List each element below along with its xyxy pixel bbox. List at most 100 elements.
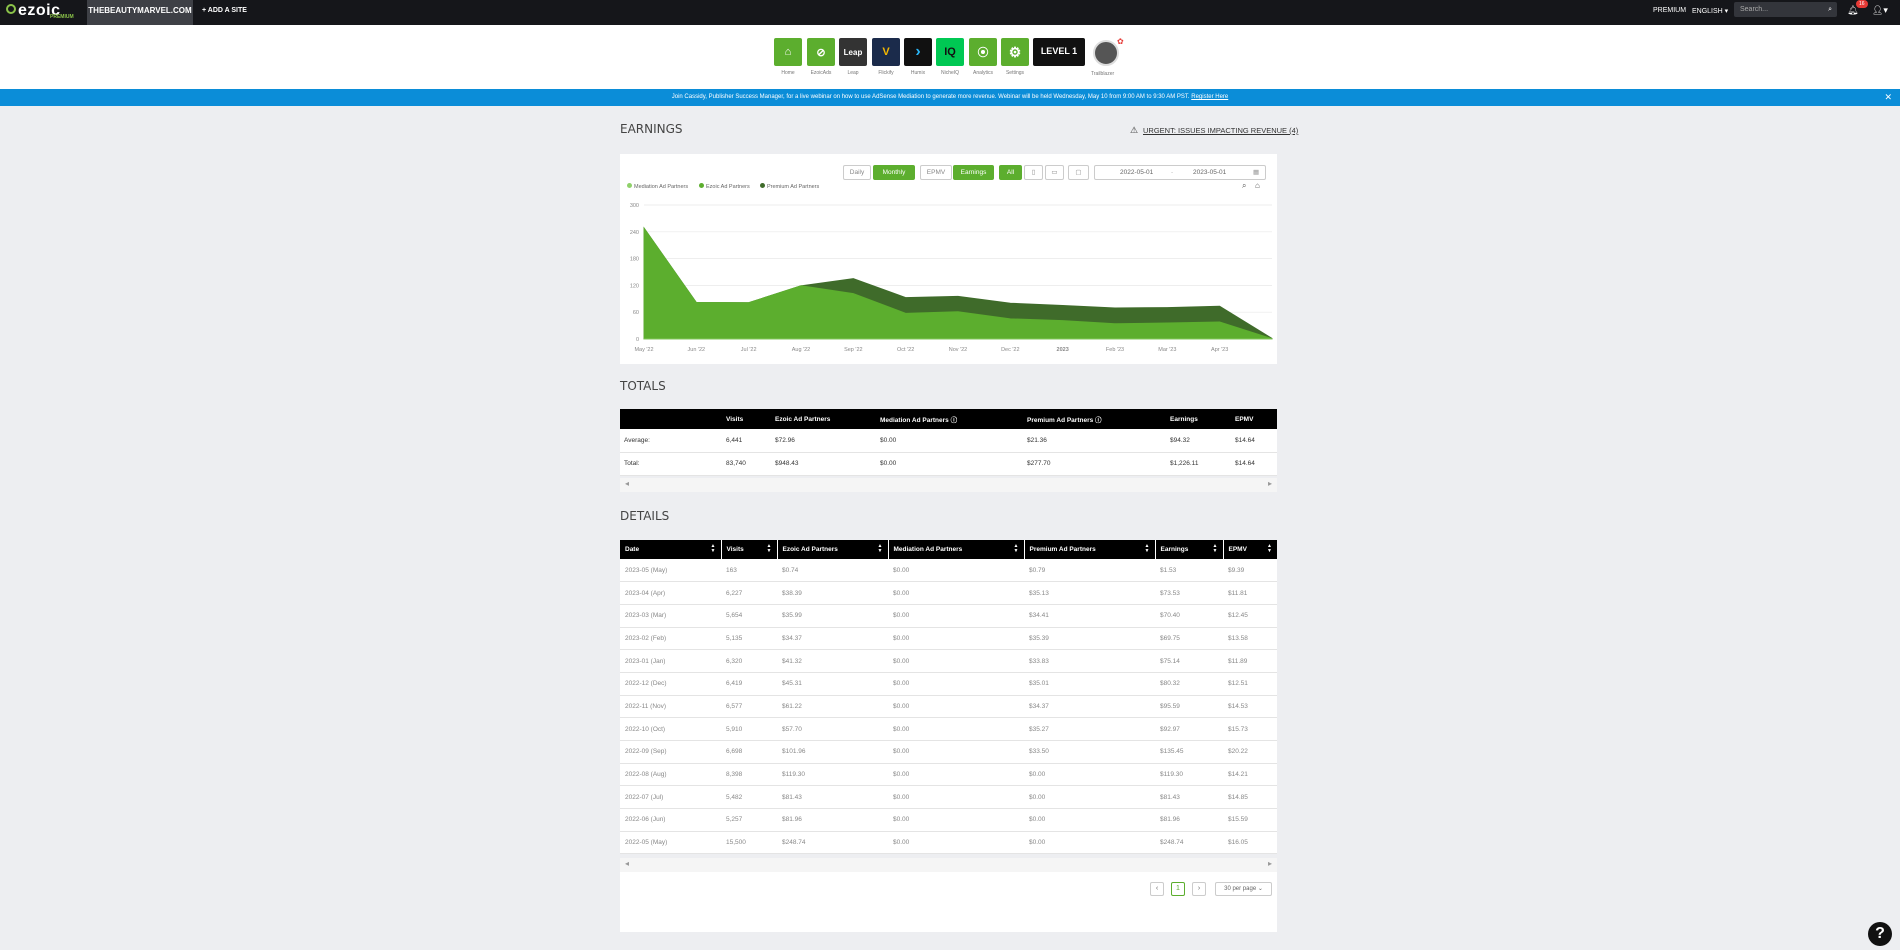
tablet-device-icon[interactable]: ▭: [1045, 165, 1064, 180]
table-cell: $0.00: [888, 672, 1024, 696]
table-cell: $0.00: [888, 785, 1024, 810]
table-cell: $15.59: [1223, 808, 1277, 832]
add-site-link[interactable]: + ADD A SITE: [202, 7, 247, 14]
page-1-button[interactable]: 1: [1171, 882, 1185, 896]
next-page-button[interactable]: ›: [1192, 882, 1206, 896]
sort-icon[interactable]: ▲ ▼: [767, 544, 772, 554]
earnings-button[interactable]: Earnings: [953, 165, 994, 180]
table-cell: $75.14: [1155, 649, 1223, 673]
epmv-button[interactable]: EPMV: [920, 165, 952, 180]
x-tick-label: Nov '22: [949, 347, 967, 353]
level-badge[interactable]: LEVEL 1: [1033, 38, 1085, 66]
table-cell: $61.22: [777, 695, 888, 719]
app-analytics[interactable]: ⦿ Analytics: [968, 38, 998, 76]
scroll-left-icon[interactable]: ◂: [625, 479, 629, 488]
register-link[interactable]: Register Here: [1191, 94, 1228, 100]
scroll-right-icon[interactable]: ▸: [1268, 859, 1272, 868]
table-cell: Total:: [620, 452, 722, 476]
table-cell: $81.43: [777, 785, 888, 810]
sortable-header[interactable]: EPMV ▲ ▼: [1222, 540, 1277, 559]
app-leap[interactable]: Leap Leap: [838, 38, 868, 76]
site-selector-tab[interactable]: THEBEAUTYMARVEL.COM: [87, 0, 193, 25]
header-label: Visits: [726, 546, 744, 553]
app-settings[interactable]: ⚙ Settings: [1000, 38, 1030, 76]
table-cell: $35.99: [777, 604, 888, 628]
scroll-left-icon[interactable]: ◂: [625, 859, 629, 868]
sortable-header[interactable]: Date ▲ ▼: [620, 540, 721, 559]
nicheiq-icon: IQ: [936, 38, 964, 66]
sort-icon[interactable]: ▲ ▼: [878, 544, 883, 554]
help-icon[interactable]: ⓘ: [951, 417, 958, 424]
prev-page-button[interactable]: ‹: [1150, 882, 1164, 896]
totals-horizontal-scrollbar[interactable]: ◂ ▸: [620, 478, 1277, 492]
table-cell: $14.64: [1231, 429, 1277, 453]
urgent-issues-link[interactable]: URGENT: ISSUES IMPACTING REVENUE (4): [1143, 126, 1298, 135]
app-humix[interactable]: › Humix: [903, 38, 933, 76]
sortable-header[interactable]: Premium Ad Partners ▲ ▼: [1023, 540, 1155, 559]
humix-icon: ›: [904, 38, 932, 66]
table-cell: $13.58: [1223, 627, 1277, 651]
sort-icon[interactable]: ▲ ▼: [1267, 544, 1272, 554]
table-cell: $14.21: [1223, 763, 1277, 787]
app-label: Home: [781, 70, 795, 76]
table-cell: 2022-12 (Dec): [620, 672, 721, 696]
trailblazer-alert-icon: ✿: [1117, 37, 1124, 46]
sort-icon[interactable]: ▲ ▼: [711, 544, 716, 554]
sort-icon[interactable]: ▲ ▼: [1145, 544, 1150, 554]
totals-table: Visits Ezoic Ad Partners Mediation Ad Pa…: [620, 409, 1277, 476]
app-flickify[interactable]: V Flickify: [871, 38, 901, 76]
app-label: Settings: [1005, 70, 1025, 76]
premium-link[interactable]: PREMIUM: [1653, 7, 1686, 14]
table-cell: 2022-09 (Sep): [620, 740, 721, 764]
table-cell: 8,398: [721, 763, 777, 787]
legend-ezoic[interactable]: Ezoic Ad Partners: [699, 183, 750, 190]
sort-icon[interactable]: ▲ ▼: [1014, 544, 1019, 554]
details-horizontal-scrollbar[interactable]: ◂ ▸: [620, 858, 1277, 872]
sortable-header[interactable]: Ezoic Ad Partners ▲ ▼: [776, 540, 888, 559]
y-tick-label: 300: [630, 203, 639, 209]
date-from[interactable]: 2022-05-01: [1120, 166, 1153, 179]
help-button[interactable]: ?: [1868, 922, 1892, 946]
sortable-header[interactable]: Earnings ▲ ▼: [1154, 540, 1223, 559]
totals-header: Ezoic Ad Partners: [771, 409, 876, 429]
table-cell: 5,910: [721, 717, 777, 741]
table-cell: 5,257: [721, 808, 777, 832]
legend-premium[interactable]: Premium Ad Partners: [760, 183, 819, 190]
reset-zoom-home-icon[interactable]: ⌂: [1255, 181, 1260, 190]
sortable-header[interactable]: Visits ▲ ▼: [720, 540, 777, 559]
desktop-device-icon[interactable]: ▢: [1068, 165, 1089, 180]
scroll-right-icon[interactable]: ▸: [1268, 479, 1272, 488]
totals-heading: TOTALS: [620, 379, 666, 393]
monthly-button[interactable]: Monthly: [873, 165, 915, 180]
close-icon[interactable]: ✕: [1884, 89, 1892, 106]
sort-icon[interactable]: ▲ ▼: [1213, 544, 1218, 554]
sortable-header[interactable]: Mediation Ad Partners ▲ ▼: [887, 540, 1024, 559]
daily-button[interactable]: Daily: [843, 165, 871, 180]
table-row: 2022-05 (May) 15,500 $248.74 $0.00 $0.00 $248…: [620, 831, 1277, 855]
app-home[interactable]: ⌂ Home: [773, 38, 803, 76]
header-label: Premium Ad Partners: [1027, 417, 1094, 424]
legend-label: Mediation Ad Partners: [634, 184, 689, 190]
legend-mediation[interactable]: Mediation Ad Partners: [627, 183, 688, 190]
table-cell: $119.30: [1155, 763, 1223, 787]
app-nicheiq[interactable]: IQ NicheIQ: [935, 38, 965, 76]
mobile-device-icon[interactable]: ▯: [1024, 165, 1043, 180]
table-cell: $119.30: [777, 763, 888, 787]
app-ezoicads[interactable]: ⊘ EzoicAds: [806, 38, 836, 76]
help-icon[interactable]: ⓘ: [1095, 417, 1102, 424]
search-icon[interactable]: ⌕: [1828, 2, 1832, 17]
date-to[interactable]: 2023-05-01: [1193, 166, 1226, 179]
table-cell: $0.00: [1024, 763, 1155, 787]
date-range-picker[interactable]: 2022-05-01 - 2023-05-01 ▦: [1094, 165, 1266, 180]
table-cell: 6,419: [721, 672, 777, 696]
calendar-icon[interactable]: ▦: [1253, 166, 1259, 179]
all-devices-button[interactable]: All: [999, 165, 1022, 180]
table-row: 2023-05 (May) 163 $0.74 $0.00 $0.79 $1.53 $9.3…: [620, 559, 1277, 583]
user-menu-icon[interactable]: 👤︎▾: [1872, 5, 1888, 16]
trailblazer-avatar[interactable]: [1093, 40, 1119, 66]
search-input[interactable]: Search... ⌕: [1734, 2, 1837, 17]
language-dropdown[interactable]: ENGLISH ▾: [1692, 7, 1728, 15]
per-page-select[interactable]: 30 per page ⌄: [1215, 882, 1272, 896]
table-cell: 2022-06 (Jun): [620, 808, 721, 832]
zoom-icon[interactable]: ⌕: [1242, 181, 1246, 191]
